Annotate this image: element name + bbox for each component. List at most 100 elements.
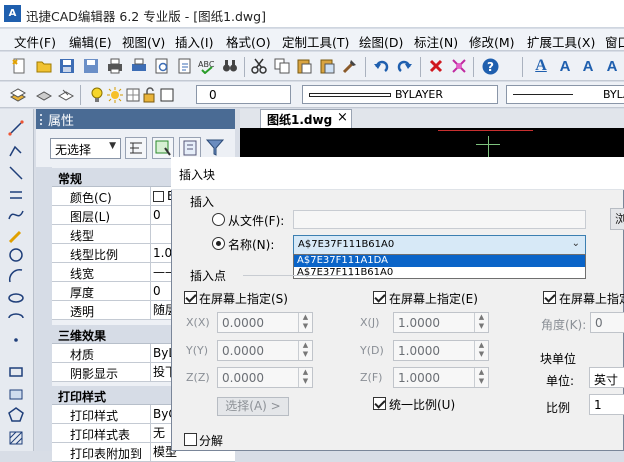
category-gutter [36,167,52,451]
menu-draw[interactable]: 绘图(D) [359,32,403,51]
bulb-on-icon[interactable] [88,86,106,104]
delete-icon[interactable] [427,57,445,75]
lineweight-preview-line [513,94,573,95]
point-tool-icon[interactable] [7,331,25,349]
find-text-icon[interactable]: A [603,57,621,75]
paste-special-icon[interactable] [318,57,336,75]
single-line-text-icon[interactable]: A [556,57,574,75]
scale-z-input[interactable]: 1.0000 ▲ ▼ [393,367,489,388]
rectangle-tool-icon[interactable] [7,363,25,381]
save-icon[interactable] [58,57,76,75]
rotation-angle-input[interactable]: 0 [590,312,624,333]
scale-x-input[interactable]: 1.0000 ▲ ▼ [393,312,489,333]
menu-edit[interactable]: 编辑(E) [69,32,112,51]
spline-tool-icon[interactable] [7,206,25,224]
pick-point-button[interactable]: 选择(A) > [217,397,289,416]
uniform-scale-checkbox[interactable] [373,397,386,410]
layer-previous-icon[interactable] [35,86,53,104]
circle-tool-icon[interactable] [7,246,25,264]
select-objects-icon[interactable] [152,137,174,159]
cut-icon[interactable] [250,57,268,75]
color-swatch-icon[interactable] [158,86,176,104]
ratio-label: 比例 [546,401,571,415]
insert-y-input[interactable]: 0.0000 ▲ ▼ [217,340,313,361]
menu-file[interactable]: 文件(F) [14,32,56,51]
ellipse-arc-tool-icon[interactable] [7,309,25,327]
layer-state-icon[interactable] [57,86,75,104]
sun-thaw-icon[interactable] [106,86,124,104]
menu-extend-tools[interactable]: 扩展工具(X) [527,32,595,51]
copy-icon[interactable] [273,57,291,75]
dropdown-option[interactable]: A$7E37F111B61A0 [294,267,585,279]
insert-y-label: Y(Y) [186,344,209,357]
open-folder-icon[interactable] [35,57,53,75]
window-title: 迅捷CAD编辑器 6.2 专业版 - [图纸1.dwg] [26,9,266,24]
text-style-icon[interactable]: A [532,57,550,75]
block-unit-title: 块单位 [540,352,577,366]
menu-window[interactable]: 窗口 [605,32,624,51]
plot-icon[interactable] [130,57,148,75]
new-file-icon[interactable] [10,57,28,75]
lineweight-dropdown[interactable]: BYLA [506,85,624,104]
rotation-onscreen-checkbox[interactable] [543,291,556,304]
ellipse-tool-icon[interactable] [7,289,25,307]
ray-tool-icon[interactable] [7,164,25,182]
region-tool-icon[interactable] [7,385,25,403]
spell-check-icon[interactable]: ABC [198,57,216,75]
menu-modify[interactable]: 修改(M) [469,32,515,51]
menu-bar: 文件(F) 编辑(E) 视图(V) 插入(I) 格式(O) 定制工具(T) 绘图… [0,29,624,51]
scale-z-label: Z(F) [360,371,383,384]
scale-y-input[interactable]: 1.0000 ▲ ▼ [393,340,489,361]
draw-toolbar [0,109,34,451]
purge-icon[interactable] [450,57,468,75]
save-as-icon[interactable] [82,57,100,75]
insert-z-input[interactable]: 0.0000 ▲ ▼ [217,367,313,388]
tab-drawing1[interactable]: 图纸1.dwg × [260,109,352,128]
paste-icon[interactable] [295,57,313,75]
print-preview-icon[interactable] [153,57,171,75]
insertion-point-title: 插入点 [190,269,227,283]
quick-select-icon[interactable] [179,137,201,159]
hatch-tool-icon[interactable] [7,429,25,447]
arc-tool-icon[interactable] [7,267,25,285]
from-file-radio[interactable] [212,213,225,226]
toggle-pickadd-icon[interactable] [125,137,147,159]
freehand-tool-icon[interactable] [7,227,25,245]
explode-checkbox[interactable] [184,433,197,446]
dropdown-option[interactable]: A$7E37F111A1DA [294,255,585,267]
file-path-input[interactable] [293,210,586,229]
lineweight-value: BYLA [603,88,624,101]
layer-dropdown[interactable]: 0 [196,85,291,104]
print-icon[interactable] [106,57,124,75]
edit-text-icon[interactable]: A [579,57,597,75]
filter-icon[interactable] [205,137,227,159]
menu-custom-tools[interactable]: 定制工具(T) [282,32,349,51]
insert-x-input[interactable]: 0.0000 ▲ ▼ [217,312,313,333]
name-radio[interactable] [212,237,225,250]
layer-manager-icon[interactable] [9,86,27,104]
browse-button[interactable]: 浏 [610,208,624,230]
match-properties-icon[interactable] [341,57,359,75]
menu-format[interactable]: 格式(O) [226,32,271,51]
block-name-combobox[interactable]: A$7E37F111B61A0 ⌄ [293,235,586,255]
undo-icon[interactable] [372,57,390,75]
menu-insert[interactable]: 插入(I) [175,32,213,51]
redo-icon[interactable] [396,57,414,75]
lock-open-icon[interactable] [140,86,158,104]
multiline-tool-icon[interactable] [7,186,25,204]
insertion-onscreen-checkbox[interactable] [184,291,197,304]
polygon-tool-icon[interactable] [7,406,25,424]
scale-onscreen-checkbox[interactable] [373,291,386,304]
menu-view[interactable]: 视图(V) [122,32,165,51]
help-icon[interactable]: ? [481,57,499,75]
line-tool-icon[interactable] [7,119,25,137]
menu-dimension[interactable]: 标注(N) [414,32,458,51]
chevron-down-icon: ▼ [109,141,116,151]
drawing-canvas[interactable] [240,128,624,160]
polyline-tool-icon[interactable] [7,142,25,160]
close-tab-icon[interactable]: × [337,110,348,125]
publish-icon[interactable] [176,57,194,75]
color-linetype-dropdown[interactable]: BYLAYER [302,85,498,104]
selection-dropdown[interactable]: 无选择 ▼ [50,138,121,159]
find-binoculars-icon[interactable] [221,57,239,75]
